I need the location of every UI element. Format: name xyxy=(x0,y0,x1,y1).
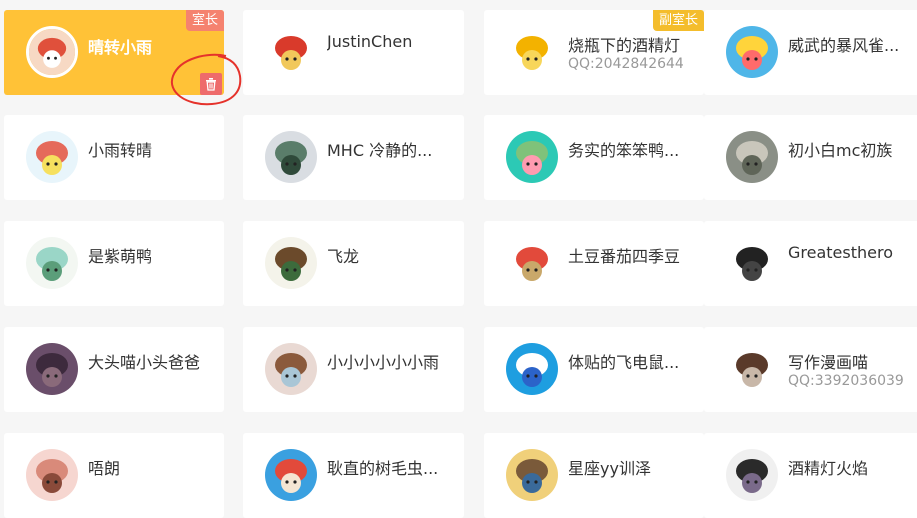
pixel-cat-avatar xyxy=(726,343,778,395)
member-card[interactable]: 土豆番茄四季豆 xyxy=(484,221,704,306)
blue-bird-avatar xyxy=(726,26,778,78)
anime-boy-avatar xyxy=(265,237,317,289)
member-card[interactable]: 飞龙 xyxy=(243,221,464,306)
dark-character-avatar xyxy=(726,449,778,501)
member-name: 初小白mc初族 xyxy=(788,141,893,160)
anime-girl-avatar xyxy=(265,343,317,395)
member-name: 唔朗 xyxy=(88,459,121,478)
member-name: 晴转小雨 xyxy=(88,38,153,57)
role-badge: 副室长 xyxy=(652,10,704,31)
member-card[interactable]: 烧瓶下的酒精灯 QQ:2042842644 副室长 xyxy=(484,10,704,95)
trash-icon xyxy=(206,78,216,91)
member-card[interactable]: JustinChen xyxy=(243,10,464,95)
member-name: 小小小小小小雨 xyxy=(327,353,440,372)
mushroom-avatar xyxy=(26,131,78,183)
member-name: MHC 冷静的... xyxy=(327,141,433,160)
member-name: 体贴的飞电鼠... xyxy=(568,353,680,372)
member-qq: QQ:3392036039 xyxy=(788,373,904,389)
member-card[interactable]: 小雨转晴 xyxy=(4,115,224,200)
flame-avatar xyxy=(506,26,558,78)
blocky-figure-avatar xyxy=(726,131,778,183)
member-card[interactable]: MHC 冷静的... xyxy=(243,115,464,200)
blue-mouse-avatar xyxy=(506,343,558,395)
mushroom-cap-avatar xyxy=(265,449,317,501)
member-card[interactable]: 威武的暴风雀... xyxy=(704,10,917,95)
member-name: 烧瓶下的酒精灯 xyxy=(568,36,681,55)
member-name: 土豆番茄四季豆 xyxy=(568,247,681,266)
member-name: 务实的笨笨鸭... xyxy=(568,141,680,160)
member-card[interactable]: 体贴的飞电鼠... xyxy=(484,327,704,412)
black-block-avatar xyxy=(726,237,778,289)
member-card[interactable]: 务实的笨笨鸭... xyxy=(484,115,704,200)
member-card[interactable]: 是紫萌鸭 xyxy=(4,221,224,306)
member-card[interactable]: Greatesthero xyxy=(704,221,917,306)
member-name: Greatesthero xyxy=(788,243,893,262)
member-qq: QQ:2042842644 xyxy=(568,56,684,72)
dark-photo-avatar xyxy=(26,343,78,395)
vegetables-avatar xyxy=(506,237,558,289)
member-name: JustinChen xyxy=(327,32,413,51)
member-name: 酒精灯火焰 xyxy=(788,459,869,478)
member-card[interactable]: 星座yy训泽 xyxy=(484,433,704,518)
member-card[interactable]: 初小白mc初族 xyxy=(704,115,917,200)
member-name: 大头喵小头爸爸 xyxy=(88,353,201,372)
member-card[interactable]: 酒精灯火焰 xyxy=(704,433,917,518)
red-mushroom-avatar xyxy=(26,26,78,78)
white-creature-avatar xyxy=(26,237,78,289)
member-name: 飞龙 xyxy=(327,247,360,266)
member-card[interactable]: 唔朗 xyxy=(4,433,224,518)
member-card[interactable]: 晴转小雨 室长 xyxy=(4,10,224,95)
pink-hair-avatar xyxy=(26,449,78,501)
member-name: 威武的暴风雀... xyxy=(788,36,900,55)
delete-button[interactable] xyxy=(200,73,222,95)
dragon-sketch-avatar xyxy=(265,131,317,183)
landscape-avatar xyxy=(506,449,558,501)
green-bear-avatar xyxy=(506,131,558,183)
member-name: 是紫萌鸭 xyxy=(88,247,153,266)
red-dragon-avatar xyxy=(265,26,317,78)
member-card[interactable]: 写作漫画喵 QQ:3392036039 xyxy=(704,327,917,412)
member-card[interactable]: 小小小小小小雨 xyxy=(243,327,464,412)
role-badge: 室长 xyxy=(185,10,224,31)
member-name: 耿直的树毛虫... xyxy=(327,459,439,478)
member-name: 星座yy训泽 xyxy=(568,459,651,478)
member-card[interactable]: 大头喵小头爸爸 xyxy=(4,327,224,412)
member-name: 写作漫画喵 xyxy=(788,353,869,372)
member-card[interactable]: 耿直的树毛虫... xyxy=(243,433,464,518)
member-name: 小雨转晴 xyxy=(88,141,153,160)
member-grid: 晴转小雨 室长 JustinChen 烧瓶下的酒精灯 QQ:2042842644 副室… xyxy=(0,0,917,518)
